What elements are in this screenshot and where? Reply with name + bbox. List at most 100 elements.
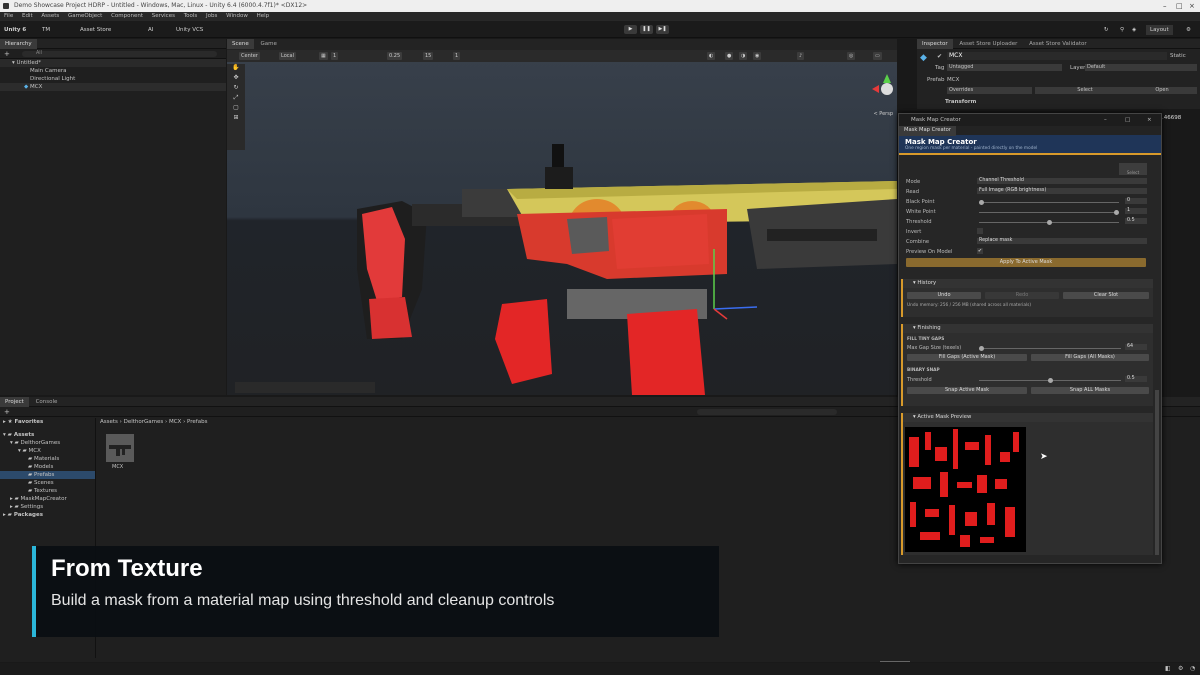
active-checkbox[interactable]: ✔ [937, 53, 942, 60]
scale-tool-icon[interactable]: ⤢ [227, 94, 245, 104]
menu-window[interactable]: Window [226, 13, 248, 19]
scene-viewport[interactable]: < Persp ✋ ✥ ↻ ⤢ ▢ ⊞ [227, 39, 897, 395]
threshold-slider[interactable] [979, 220, 1119, 225]
thumbnail-size-slider[interactable] [880, 661, 910, 662]
tab-console[interactable]: Console [31, 397, 63, 407]
tab-asset-store-validator[interactable]: Asset Store Validator [1024, 39, 1091, 49]
rect-tool-icon[interactable]: ▢ [227, 104, 245, 114]
snap-active-mask-button[interactable]: Snap Active Mask [907, 387, 1027, 394]
threshold-knob[interactable] [1046, 220, 1052, 225]
grid-toggle[interactable]: ▦ [319, 52, 328, 60]
menu-services[interactable]: Services [152, 13, 175, 19]
hierarchy-item-main-camera[interactable]: Main Camera [0, 67, 226, 75]
menu-assets[interactable]: Assets [41, 13, 59, 19]
breadcrumb-prefabs[interactable]: Prefabs [187, 419, 207, 425]
project-search-input[interactable] [697, 409, 837, 415]
scale-snap-field[interactable]: 1 [453, 52, 461, 60]
scene-overlay-toolbar[interactable] [235, 382, 375, 393]
tree-packages[interactable]: ▸ ▰ Packages [0, 511, 95, 519]
play-button[interactable]: ▶ [624, 25, 637, 34]
scene-row[interactable]: ▾ Untitled* [0, 59, 226, 67]
grid-size-field[interactable]: 1 [331, 52, 339, 60]
read-dropdown[interactable]: Full Image (RGB brightness) [977, 188, 1147, 194]
snap-threshold-value[interactable]: 0.5 [1125, 376, 1147, 382]
redo-button[interactable]: Redo [985, 292, 1059, 299]
mask-window-close-icon[interactable]: × [1147, 114, 1152, 126]
tree-maskmapcreator[interactable]: ▸ ▰ MaskMapCreator [0, 495, 95, 503]
menu-help[interactable]: Help [257, 13, 270, 19]
space-dropdown[interactable]: Local [279, 52, 296, 60]
combine-dropdown[interactable]: Replace mask [977, 238, 1147, 244]
object-name-field[interactable]: MCX [947, 52, 1167, 60]
tab-game[interactable]: Game [256, 39, 282, 49]
apply-to-active-mask-button[interactable]: Apply To Active Mask [906, 258, 1146, 267]
snap-threshold-slider[interactable] [979, 378, 1121, 383]
rotate-tool-icon[interactable]: ↻ [227, 84, 245, 94]
tree-prefabs[interactable]: ▰ Prefabs [0, 471, 95, 479]
menu-jobs[interactable]: Jobs [206, 13, 217, 19]
perspective-label[interactable]: < Persp [873, 111, 893, 117]
tag-dropdown[interactable]: Untagged [947, 64, 1062, 71]
history-header[interactable]: ▾ History [903, 279, 1153, 288]
asset-store-button[interactable]: Asset Store [80, 25, 111, 35]
pause-button[interactable]: ❚❚ [640, 25, 653, 34]
prefab-open-button[interactable]: Open [1127, 87, 1197, 94]
tab-scene[interactable]: Scene [227, 39, 254, 49]
snap-increment-field[interactable]: 0.25 [387, 52, 403, 60]
white-point-value[interactable]: 1 [1125, 208, 1147, 214]
preview-on-model-checkbox[interactable]: ✔ [977, 248, 983, 254]
move-tool-icon[interactable]: ✥ [227, 74, 245, 84]
black-point-slider[interactable] [979, 200, 1119, 205]
settings-icon[interactable]: ⚙ [1186, 25, 1191, 35]
white-point-knob[interactable] [1114, 210, 1119, 215]
menu-edit[interactable]: Edit [22, 13, 33, 19]
prefab-select-button[interactable]: Select [1035, 87, 1135, 94]
audio-icon[interactable]: ♪ [797, 52, 805, 60]
hierarchy-search-input[interactable]: All [22, 51, 217, 57]
tree-scenes[interactable]: ▰ Scenes [0, 479, 95, 487]
tree-textures[interactable]: ▰ Textures [0, 487, 95, 495]
mask-window-maximize-icon[interactable]: □ [1125, 114, 1130, 126]
active-mask-preview-header[interactable]: ▾ Active Mask Preview [903, 413, 1153, 422]
black-point-value[interactable]: 0 [1125, 198, 1147, 204]
fill-gaps-all-button[interactable]: Fill Gaps (All Masks) [1031, 354, 1149, 361]
fill-gaps-active-button[interactable]: Fill Gaps (Active Mask) [907, 354, 1027, 361]
tab-inspector[interactable]: Inspector [917, 39, 953, 49]
tab-project[interactable]: Project [0, 397, 29, 407]
add-icon[interactable]: + [4, 50, 10, 58]
tab-mask-map-creator[interactable]: Mask Map Creator [899, 126, 956, 136]
version-control-button[interactable]: Unity VCS [176, 25, 203, 35]
menu-file[interactable]: File [4, 13, 13, 19]
hierarchy-item-directional-light[interactable]: Directional Light [0, 75, 226, 83]
rotate-snap-field[interactable]: 15 [423, 52, 434, 60]
overrides-dropdown[interactable]: Overrides [947, 87, 1032, 94]
2d-toggle-icon[interactable]: ◉ [753, 52, 762, 60]
asset-thumbnail-mcx[interactable] [106, 434, 134, 462]
threshold-value[interactable]: 0.5 [1125, 218, 1147, 224]
white-point-slider[interactable] [979, 210, 1119, 215]
breadcrumb-assets[interactable]: Assets [100, 419, 118, 425]
transform-tool-icon[interactable]: ⊞ [227, 114, 245, 124]
invert-checkbox[interactable] [977, 228, 983, 234]
search-icon[interactable]: ⚲ [1120, 25, 1124, 35]
scene-camera-icon[interactable]: ▭ [873, 52, 882, 60]
clear-slot-button[interactable]: Clear Slot [1063, 292, 1149, 299]
account-button[interactable]: TM [42, 25, 50, 35]
status-bug-icon[interactable]: ⚙ [1178, 665, 1183, 672]
lighting-icon[interactable]: ◑ [739, 52, 748, 60]
minimize-icon[interactable]: – [1163, 0, 1167, 12]
status-progress-icon[interactable]: ◔ [1190, 665, 1195, 672]
pivot-dropdown[interactable]: Center [239, 52, 260, 60]
tree-assets[interactable]: ▾ ▰ Assets [0, 431, 95, 439]
shading-icon[interactable]: ● [725, 52, 734, 60]
ai-button[interactable]: AI [148, 25, 153, 35]
max-gap-size-knob[interactable] [979, 346, 984, 351]
menu-component[interactable]: Component [111, 13, 143, 19]
mode-dropdown[interactable]: Channel Threshold [977, 178, 1147, 184]
gizmos-icon[interactable]: ◎ [847, 52, 856, 60]
texture-select-slot[interactable]: Select [1119, 163, 1147, 175]
transform-header[interactable]: Transform [945, 99, 976, 105]
status-network-icon[interactable]: ◧ [1165, 665, 1171, 672]
tree-delthorgames[interactable]: ▾ ▰ DelthorGames [0, 439, 95, 447]
prefab-name[interactable]: MCX [947, 77, 959, 83]
